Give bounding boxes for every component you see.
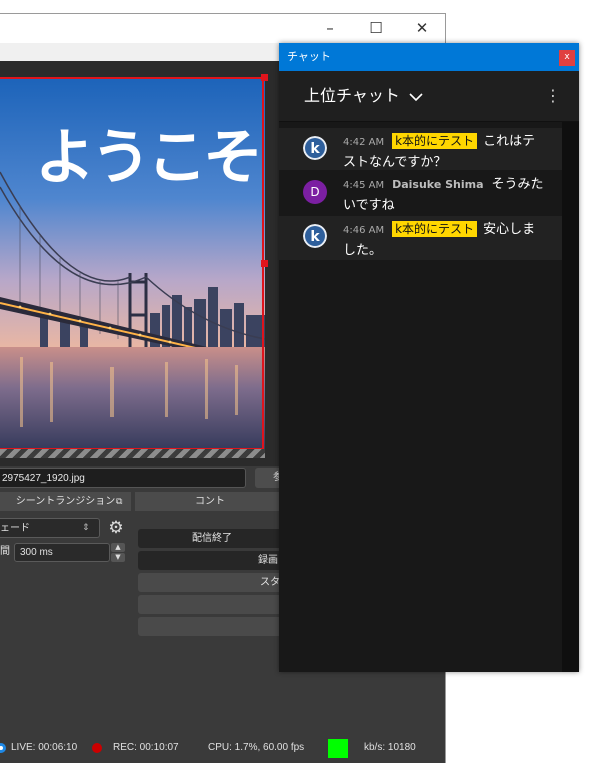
- settings-button[interactable]: [138, 595, 286, 614]
- chat-window: チャット x 上位チャット ⋮ k 4:42 AM k本的にテスト これはテストなん…: [279, 43, 579, 672]
- message-time: 4:42 AM: [343, 137, 385, 148]
- chat-header: 上位チャット ⋮: [279, 71, 579, 122]
- chat-mode-dropdown[interactable]: 上位チャット: [304, 71, 423, 122]
- chat-scrollbar[interactable]: [562, 122, 579, 672]
- controls-dock: コント 配信終了 録画 スタ: [135, 492, 286, 732]
- spin-down-icon[interactable]: ▼: [111, 553, 125, 562]
- message-author-badge[interactable]: k本的にテスト: [392, 133, 478, 149]
- message-content: 4:45 AM Daisuke Shima そうみたいですね: [343, 175, 548, 216]
- maximize-button[interactable]: ☐: [353, 14, 399, 43]
- resize-handle-top-right[interactable]: [261, 74, 268, 81]
- chat-window-title: チャット: [287, 50, 331, 63]
- message-author-badge[interactable]: k本的にテスト: [392, 221, 478, 237]
- message-time: 4:45 AM: [343, 180, 385, 191]
- obs-titlebar: – ☐ ✕: [0, 14, 445, 43]
- chevron-down-icon: [409, 72, 423, 122]
- live-indicator: [328, 739, 348, 758]
- undock-icon[interactable]: ⧉: [116, 492, 122, 511]
- status-bar: LIVE: 00:06:10 REC: 00:10:07 CPU: 1.7%, …: [0, 732, 445, 763]
- svg-text:k: k: [310, 141, 320, 157]
- preview-border-stripe: [0, 449, 265, 458]
- minimize-button[interactable]: –: [307, 14, 353, 43]
- controls-header-label: コント: [195, 496, 225, 507]
- spin-up-icon[interactable]: ▲: [111, 543, 125, 552]
- chat-close-button[interactable]: x: [559, 50, 575, 66]
- live-icon: [0, 732, 8, 776]
- chat-message: k 4:42 AM k本的にテスト これはテストなんですか？: [279, 128, 562, 170]
- selection-box[interactable]: [0, 77, 264, 450]
- transitions-header-label: シーントランジション: [15, 496, 116, 507]
- duration-spinner[interactable]: ▲ ▼: [111, 543, 125, 562]
- resize-handle-right[interactable]: [261, 260, 268, 267]
- exit-button[interactable]: [138, 617, 286, 636]
- controls-dock-header: コント: [135, 492, 285, 511]
- stop-streaming-button[interactable]: 配信終了: [138, 529, 286, 548]
- message-content: 4:42 AM k本的にテスト これはテストなんですか？: [343, 131, 548, 173]
- chat-titlebar: チャット x: [279, 43, 579, 71]
- cpu-fps: CPU: 1.7%, 60.00 fps: [208, 742, 305, 753]
- transitions-dock-header: シーントランジション ⧉: [0, 492, 131, 511]
- message-content: 4:46 AM k本的にテスト 安心しました。: [343, 219, 548, 261]
- duration-label: 間: [0, 546, 10, 557]
- k-logo-icon: k: [303, 224, 327, 248]
- chat-message-list: k 4:42 AM k本的にテスト これはテストなんですか？ D 4:45 AM Da…: [279, 122, 562, 672]
- transition-select[interactable]: ェード ⇕: [0, 518, 100, 538]
- file-path-field[interactable]: 2975427_1920.jpg: [0, 468, 246, 488]
- rec-dot-icon: [91, 732, 103, 776]
- transition-select-value: ェード: [0, 523, 30, 534]
- scene-transitions-dock: シーントランジション ⧉ ェード ⇕ ⚙ 間 300 ms ▲ ▼: [0, 492, 131, 732]
- more-options-icon[interactable]: ⋮: [545, 86, 561, 106]
- live-time: LIVE: 00:06:10: [11, 742, 78, 753]
- message-author[interactable]: Daisuke Shima: [392, 178, 483, 191]
- message-time: 4:46 AM: [343, 225, 385, 236]
- kbps: kb/s: 10180: [364, 742, 416, 753]
- record-button[interactable]: 録画: [138, 551, 286, 570]
- gear-icon[interactable]: ⚙: [106, 518, 126, 538]
- chat-message: D 4:45 AM Daisuke Shima そうみたいですね: [279, 172, 562, 214]
- rec-time: REC: 00:10:07: [113, 742, 179, 753]
- k-logo-icon: k: [303, 136, 327, 160]
- svg-text:k: k: [310, 229, 320, 245]
- updown-icon: ⇕: [82, 523, 90, 533]
- chat-mode-label: 上位チャット: [304, 86, 400, 105]
- close-window-button[interactable]: ✕: [399, 14, 445, 43]
- chat-message: k 4:46 AM k本的にテスト 安心しました。: [279, 216, 562, 260]
- duration-field[interactable]: 300 ms: [14, 543, 110, 562]
- studio-mode-button[interactable]: スタ: [138, 573, 286, 592]
- avatar: D: [303, 180, 327, 204]
